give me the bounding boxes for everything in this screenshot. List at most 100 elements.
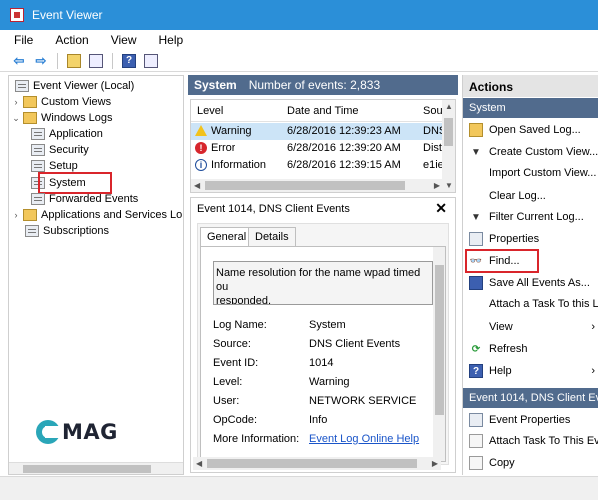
scroll-up-icon[interactable]: ▲ [445, 102, 453, 111]
show-hide-tree-icon[interactable] [87, 53, 105, 69]
toolbar-separator [112, 52, 113, 69]
log-icon [31, 160, 45, 172]
warning-icon [195, 125, 207, 136]
event-datetime: 6/28/2016 12:39:20 AM [287, 142, 401, 154]
event-level: Information [211, 159, 267, 171]
menu-action[interactable]: Action [41, 33, 96, 47]
scrollbar-thumb[interactable] [435, 265, 444, 415]
close-icon[interactable]: ✕ [435, 200, 447, 217]
event-row[interactable]: i Information 6/28/2016 12:39:15 AM e1ie [191, 157, 443, 174]
action-label: Attach a Task To this Log... [489, 298, 598, 310]
scroll-down-icon[interactable]: ▼ [445, 181, 453, 190]
chevron-right-icon[interactable]: › [11, 97, 21, 107]
scroll-left-icon[interactable]: ◀ [196, 459, 202, 468]
event-viewer-icon [15, 80, 29, 92]
tree-item-security[interactable]: Security [29, 142, 89, 158]
actions-pane: Actions System Open Saved Log... ▼ Creat… [462, 75, 598, 475]
menu-help[interactable]: Help [145, 33, 192, 47]
scroll-right-icon[interactable]: ▶ [434, 181, 440, 190]
event-row[interactable]: ! Error 6/28/2016 12:39:20 AM Dist [191, 140, 443, 157]
tree-item-root[interactable]: Event Viewer (Local) [13, 78, 134, 94]
detail-horizontal-scrollbar[interactable]: ◀ ▶ [193, 457, 441, 470]
menu-file[interactable]: File [0, 33, 41, 47]
field-label-log-name: Log Name: [213, 319, 267, 331]
toolbar-separator [57, 52, 58, 69]
tree-label: Security [49, 144, 89, 156]
action-open-saved-log[interactable]: Open Saved Log... [463, 121, 598, 139]
event-source: Dist [423, 142, 442, 154]
forward-arrow-icon[interactable]: ⇨ [32, 53, 50, 69]
tree-item-application[interactable]: Application [29, 126, 103, 142]
scrollbar-thumb[interactable] [207, 459, 417, 468]
field-label-user: User: [213, 395, 240, 407]
event-datetime: 6/28/2016 12:39:15 AM [287, 159, 401, 171]
tree-label: Custom Views [41, 96, 112, 108]
folder-icon [23, 96, 37, 108]
event-log-online-help-link[interactable]: Event Log Online Help [309, 433, 419, 445]
event-message-line: Name resolution for the name wpad timed … [216, 267, 421, 293]
task-icon [469, 434, 483, 448]
action-refresh[interactable]: ⟳ Refresh [463, 340, 598, 358]
action-view[interactable]: View › [463, 318, 598, 336]
scroll-right-icon[interactable]: ▶ [432, 459, 438, 468]
field-value-level: Warning [309, 376, 350, 388]
event-list: Level Date and Time Sou Warning 6/28/201… [190, 99, 456, 193]
event-detail-title: Event 1014, DNS Client Events [197, 203, 350, 215]
column-header-level[interactable]: Level [197, 105, 223, 117]
field-value-user: NETWORK SERVICE [309, 395, 417, 407]
title-bar: Event Viewer [0, 0, 598, 30]
action-filter-current-log[interactable]: ▼ Filter Current Log... [463, 208, 598, 226]
event-message-line: responded. [216, 295, 272, 305]
help-icon[interactable]: ? [120, 53, 138, 69]
action-attach-task-to-log[interactable]: Attach a Task To this Log... [463, 295, 598, 313]
column-header-source[interactable]: Sou [423, 105, 443, 117]
actions-section-event[interactable]: Event 1014, DNS Client Events [463, 388, 598, 408]
chevron-down-icon[interactable]: ⌄ [11, 113, 21, 124]
event-row[interactable]: Warning 6/28/2016 12:39:23 AM DNS [191, 123, 443, 140]
action-clear-log[interactable]: Clear Log... [463, 187, 598, 205]
action-copy[interactable]: Copy [463, 454, 598, 472]
console-icon[interactable] [142, 53, 160, 69]
menu-view[interactable]: View [97, 33, 145, 47]
action-properties[interactable]: Properties [463, 230, 598, 248]
action-help[interactable]: ? Help › [463, 362, 598, 380]
tree-item-custom-views[interactable]: › Custom Views [11, 94, 111, 110]
scrollbar-thumb[interactable] [23, 465, 151, 473]
event-detail-content: General Details Name resolution for the … [197, 223, 449, 465]
scrollbar-thumb[interactable] [444, 118, 453, 146]
event-level: Error [211, 142, 236, 154]
tree-horizontal-scrollbar[interactable] [9, 462, 183, 474]
status-bar [0, 476, 598, 500]
tree-item-subscriptions[interactable]: Subscriptions [23, 223, 109, 239]
event-count: Number of events: 2,833 [248, 78, 381, 92]
back-arrow-icon[interactable]: ⇦ [10, 53, 28, 69]
tree-item-forwarded-events[interactable]: Forwarded Events [29, 191, 138, 207]
chevron-right-icon[interactable]: › [11, 210, 21, 220]
event-list-vertical-scrollbar[interactable]: ▲ ▼ [442, 100, 455, 192]
log-header: System Number of events: 2,833 [188, 75, 458, 95]
event-message[interactable]: Name resolution for the name wpad timed … [213, 261, 433, 305]
scroll-left-icon[interactable]: ◀ [194, 181, 200, 190]
tree-item-windows-logs[interactable]: ⌄ Windows Logs [11, 110, 113, 126]
detail-vertical-scrollbar[interactable] [433, 247, 445, 461]
tab-details[interactable]: Details [248, 227, 296, 247]
action-save-all-events[interactable]: Save All Events As... [463, 274, 598, 292]
action-event-properties[interactable]: Event Properties [463, 411, 598, 429]
actions-section-system[interactable]: System [463, 98, 598, 118]
column-header-date-time[interactable]: Date and Time [287, 105, 359, 117]
tab-general[interactable]: General [200, 227, 254, 247]
action-create-custom-view[interactable]: ▼ Create Custom View... [463, 143, 598, 161]
tree-item-applications-services[interactable]: › Applications and Services Lo [11, 207, 182, 223]
information-icon: i [195, 159, 207, 171]
event-datetime: 6/28/2016 12:39:23 AM [287, 125, 401, 137]
open-folder-icon[interactable] [65, 53, 83, 69]
action-import-custom-view[interactable]: Import Custom View... [463, 164, 598, 182]
action-attach-task-to-event[interactable]: Attach Task To This Event... [463, 432, 598, 450]
tree-label: Windows Logs [41, 112, 113, 124]
event-list-horizontal-scrollbar[interactable]: ◀ ▶ [191, 179, 443, 192]
highlight-box-find [465, 249, 539, 273]
scrollbar-thumb[interactable] [205, 181, 405, 190]
event-source: DNS [423, 125, 443, 137]
submenu-arrow-icon: › [591, 365, 595, 377]
field-value-opcode: Info [309, 414, 328, 426]
